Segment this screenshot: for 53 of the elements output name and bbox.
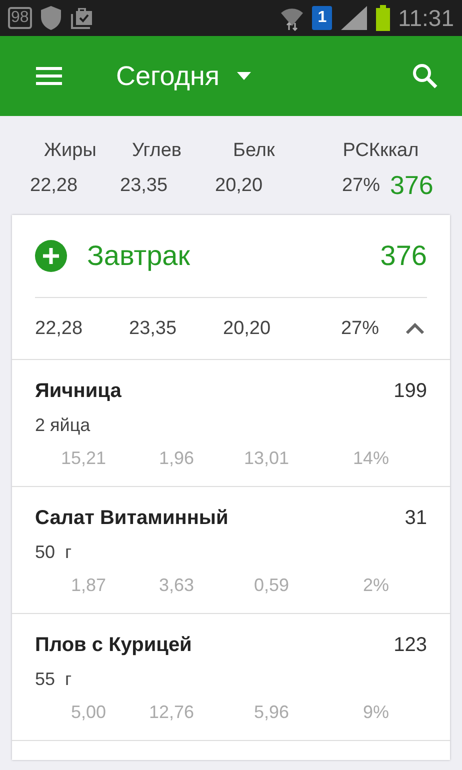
chevron-icon[interactable] xyxy=(404,322,424,334)
summary-value: 22,28 xyxy=(30,175,79,197)
food-macro: 2% xyxy=(362,575,389,596)
food-portion: 2 яйца xyxy=(35,415,92,436)
food-macro: 1,96 xyxy=(158,448,194,469)
column-label: Углев xyxy=(132,140,182,163)
food-portion: 50 г xyxy=(35,542,73,563)
summary-value: 23,35 xyxy=(120,175,169,197)
meal-name[interactable]: Завтрак xyxy=(87,240,190,272)
summary-value: 20,20 xyxy=(215,175,264,197)
dropdown-caret-icon xyxy=(237,72,252,80)
date-dropdown[interactable]: Сегодня xyxy=(116,60,252,92)
food-macro: 15,21 xyxy=(60,448,106,469)
total-calories: 376 xyxy=(390,170,434,202)
food-macro: 9% xyxy=(362,702,389,723)
food-calories: 199 xyxy=(394,380,427,403)
food-macro: 1,87 xyxy=(70,575,106,596)
food-macro: 5,96 xyxy=(254,702,289,723)
food-name: Плов с Курицей xyxy=(35,634,192,657)
summary-value: 27% xyxy=(342,175,380,197)
food-macro: 13,01 xyxy=(244,448,289,469)
meal-total: 22,28 xyxy=(35,318,84,340)
meal-total: 20,20 xyxy=(223,318,272,340)
food-macro: 0,59 xyxy=(254,575,289,596)
food-item[interactable]: Салат Витаминный 31 50 г 1,87 3,63 0,59 2% xyxy=(12,487,450,614)
food-portion: 55 г xyxy=(35,669,73,690)
menu-icon[interactable] xyxy=(36,66,62,86)
meal-calories: 376 xyxy=(380,240,427,272)
food-macro: 12,76 xyxy=(148,702,194,723)
column-label: РСК xyxy=(342,140,380,163)
food-item[interactable]: Плов с Курицей 123 55 г 5,00 12,76 5,96 9% xyxy=(12,614,450,741)
meal-total: 27% xyxy=(340,318,379,340)
food-macro: 14% xyxy=(352,448,389,469)
food-calories: 31 xyxy=(404,507,427,530)
battery-icon xyxy=(376,5,390,31)
food-macro: 3,63 xyxy=(158,575,194,596)
food-name: Салат Витаминный xyxy=(35,507,228,530)
food-macro: 5,00 xyxy=(70,702,106,723)
clock: 11:31 xyxy=(398,4,454,32)
sim-badge: 1 xyxy=(312,6,332,30)
shield-icon xyxy=(40,5,62,31)
search-icon[interactable] xyxy=(412,63,438,89)
food-name: Яичница xyxy=(35,380,122,403)
notification-count: 98 xyxy=(8,7,32,29)
signal-icon xyxy=(340,5,368,31)
meal-total: 23,35 xyxy=(129,318,178,340)
add-icon[interactable] xyxy=(35,240,67,272)
food-item[interactable]: Яичница 199 2 яйца 15,21 1,96 13,01 14% xyxy=(12,360,450,487)
column-label: ккал xyxy=(380,140,420,163)
column-label: Жиры xyxy=(44,140,98,163)
briefcase-check-icon xyxy=(70,7,94,29)
food-calories: 123 xyxy=(394,634,427,657)
column-label: Белк xyxy=(233,140,276,163)
